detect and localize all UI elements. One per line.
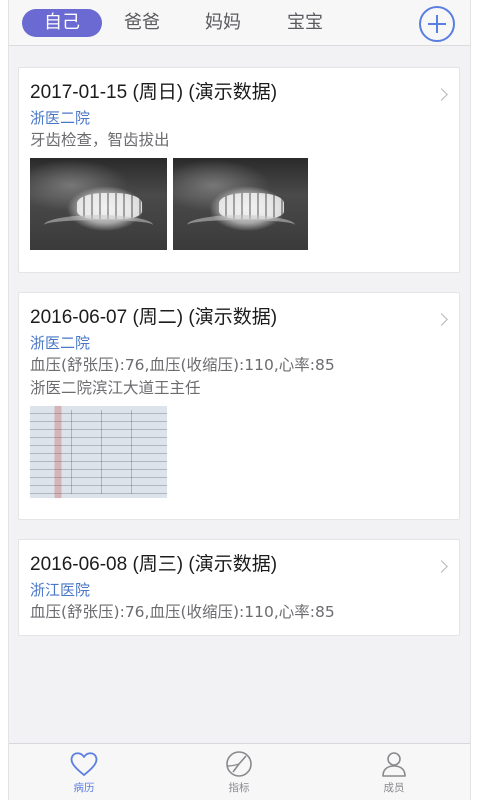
nav-members-label: 成员 bbox=[383, 782, 405, 794]
lab-report-thumbnail[interactable] bbox=[30, 406, 167, 498]
dental-xray-thumbnail[interactable] bbox=[173, 158, 308, 250]
record-date: 2017-01-15 (周日) (演示数据) bbox=[30, 82, 278, 103]
record-hospital[interactable]: 浙医二院 bbox=[30, 332, 447, 354]
report-column-line bbox=[101, 410, 103, 494]
record-description: 血压(舒张压):76,血压(收缩压):110,心率:85 bbox=[30, 356, 335, 374]
record-hospital[interactable]: 浙江医院 bbox=[30, 579, 447, 601]
nav-records[interactable]: 病历 bbox=[44, 748, 124, 795]
record-card[interactable]: 2016-06-08 (周三) (演示数据) 浙江医院 血压(舒张压):76,血… bbox=[18, 539, 460, 636]
heart-icon bbox=[70, 752, 98, 776]
record-doctor-note: 浙医二院滨江大道王主任 bbox=[30, 379, 201, 397]
chart-icon bbox=[226, 751, 252, 777]
record-date: 2016-06-08 (周三) (演示数据) bbox=[30, 554, 278, 575]
record-card[interactable]: 2016-06-07 (周二) (演示数据) 浙医二院 血压(舒张压):76,血… bbox=[18, 292, 460, 520]
record-thumbnails bbox=[30, 406, 447, 498]
nav-members[interactable]: 成员 bbox=[354, 748, 434, 795]
xray-jaw-shape bbox=[186, 215, 295, 235]
add-member-button[interactable] bbox=[419, 6, 455, 42]
nav-metrics[interactable]: 指标 bbox=[199, 748, 279, 795]
report-column-line bbox=[131, 410, 133, 494]
member-tab-bar: 自己 爸爸 妈妈 宝宝 bbox=[9, 0, 470, 46]
bottom-navigation: 病历 指标 成员 bbox=[9, 743, 470, 800]
person-icon bbox=[382, 752, 406, 777]
nav-records-label: 病历 bbox=[73, 782, 95, 794]
record-description: 牙齿检查，智齿拔出 bbox=[30, 131, 170, 149]
record-thumbnails bbox=[30, 158, 447, 250]
nav-metrics-label: 指标 bbox=[228, 782, 250, 794]
xray-jaw-shape bbox=[43, 215, 154, 235]
record-hospital[interactable]: 浙医二院 bbox=[30, 107, 447, 129]
tab-mom[interactable]: 妈妈 bbox=[193, 9, 253, 37]
tab-dad[interactable]: 爸爸 bbox=[112, 9, 172, 37]
tab-self[interactable]: 自己 bbox=[22, 9, 102, 37]
tab-baby[interactable]: 宝宝 bbox=[275, 9, 335, 37]
dental-xray-thumbnail[interactable] bbox=[30, 158, 167, 250]
record-card[interactable]: 2017-01-15 (周日) (演示数据) 浙医二院 牙齿检查，智齿拔出 bbox=[18, 67, 460, 273]
app-screen: 自己 爸爸 妈妈 宝宝 2017-01-15 (周日) (演示数据) 浙医二院 … bbox=[8, 0, 471, 800]
record-description: 血压(舒张压):76,血压(收缩压):110,心率:85 bbox=[30, 603, 335, 621]
report-column-line bbox=[71, 410, 73, 494]
record-date: 2016-06-07 (周二) (演示数据) bbox=[30, 307, 278, 328]
